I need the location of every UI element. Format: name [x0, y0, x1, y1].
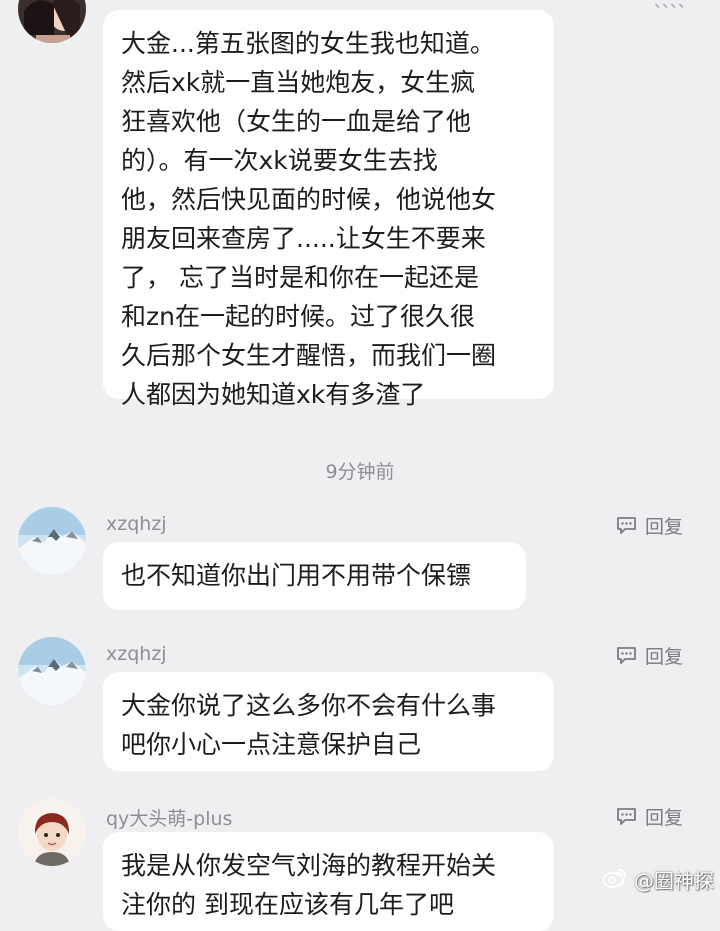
weibo-logo-icon — [602, 866, 628, 893]
reply-label: 回复 — [644, 807, 683, 829]
comment-line: 大金你说了这么多你不会有什么事 — [121, 691, 497, 720]
comment-icon — [616, 807, 637, 826]
comment-icon — [616, 646, 637, 665]
watermark: @圈神探 — [602, 865, 714, 894]
avatar[interactable] — [18, 798, 86, 866]
comment-line: 吧你小心一点注意保护自己 — [121, 730, 422, 759]
message-line: 然后xk就一直当她炮友，女生疯 — [121, 68, 476, 97]
comment-username[interactable]: qy大头萌-plus — [106, 804, 232, 831]
comment-bubble: 大金你说了这么多你不会有什么事 吧你小心一点注意保护自己 — [103, 672, 554, 771]
timestamp: 9分钟前 — [325, 461, 395, 483]
message-line: 的）。有一次xk说要女生去找 — [121, 146, 438, 175]
message-line: 他，然后快见面的时候，他说他女 — [121, 185, 497, 214]
comment-username[interactable]: xzqhzj — [106, 513, 167, 535]
comment-icon — [616, 516, 637, 535]
watermark-text: @圈神探 — [634, 869, 714, 893]
comment-username[interactable]: xzqhzj — [106, 643, 167, 665]
reply-label: 回复 — [644, 516, 683, 538]
avatar[interactable] — [18, 507, 86, 575]
reply-button[interactable]: 回复 — [616, 642, 683, 669]
message-line: 了， 忘了当时是和你在一起还是 — [121, 263, 479, 292]
reply-button[interactable]: 回复 — [616, 803, 683, 830]
comment-line: 注你的 到现在应该有几年了吧 — [121, 890, 454, 919]
message-line: 大金...第五张图的女生我也知道。 — [121, 29, 495, 58]
top-cutoff-text: 、、、、 — [653, 0, 694, 11]
comment-bubble: 我是从你发空气刘海的教程开始关 注你的 到现在应该有几年了吧 — [103, 832, 554, 931]
message-line: 狂喜欢他（女生的一血是给了他 — [121, 107, 472, 136]
message-line: 人都因为她知道xk有多渣了 — [121, 380, 426, 409]
reply-button[interactable]: 回复 — [616, 512, 683, 539]
comment-bubble: 也不知道你出门用不用带个保镖 — [103, 542, 526, 610]
message-line: 久后那个女生才醒悟，而我们一圈 — [121, 341, 497, 370]
comment-line: 也不知道你出门用不用带个保镖 — [121, 561, 472, 590]
message-bubble: 大金...第五张图的女生我也知道。 然后xk就一直当她炮友，女生疯 狂喜欢他（女… — [103, 10, 554, 409]
message-line: 和zn在一起的时候。过了很久很 — [121, 302, 475, 331]
reply-label: 回复 — [644, 646, 683, 668]
comment-line: 我是从你发空气刘海的教程开始关 — [121, 851, 497, 880]
avatar[interactable] — [18, 0, 86, 43]
avatar[interactable] — [18, 637, 86, 705]
message-line: 朋友回来查房了.....让女生不要来 — [121, 224, 486, 253]
